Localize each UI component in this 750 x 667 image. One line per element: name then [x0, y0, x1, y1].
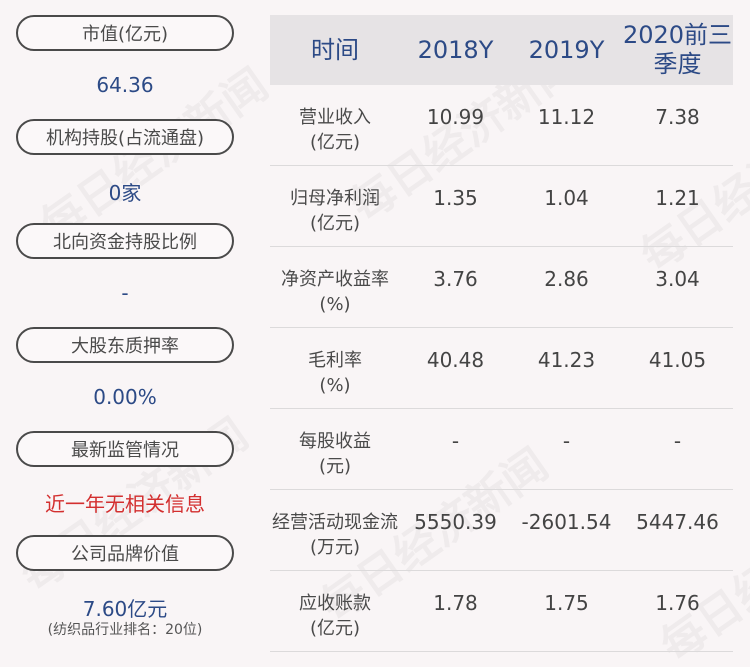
table-cell: 1.35	[433, 186, 478, 210]
table-cell: 3.04	[655, 267, 700, 291]
row-label: 应收账款 (亿元)	[299, 593, 371, 639]
institution-holding-label: 机构持股(占流通盘)	[16, 119, 234, 155]
table-header: 时间 2018Y 2019Y 2020前三季度	[270, 15, 733, 85]
table-cell: 7.38	[655, 105, 700, 129]
market-cap-label: 市值(亿元)	[16, 15, 234, 51]
header-time: 时间	[311, 35, 359, 64]
table-cell: 3.76	[433, 267, 478, 291]
table-row: 归母净利润 (亿元) 1.35 1.04 1.21	[270, 166, 733, 247]
table-cell: -	[673, 429, 682, 453]
financial-table: 时间 2018Y 2019Y 2020前三季度 营业收入 (亿元) 10.99 1…	[270, 15, 733, 652]
brand-value-value: 7.60亿元	[82, 597, 168, 621]
market-cap-value: 64.36	[96, 73, 154, 97]
northbound-ratio-label: 北向资金持股比例	[16, 223, 234, 259]
brand-rank-note: (纺织品行业排名：20位)	[47, 622, 203, 638]
institution-holding-value: 0家	[108, 181, 142, 205]
regulation-label: 最新监管情况	[16, 431, 234, 467]
table-cell: 41.05	[648, 348, 707, 372]
row-label: 毛利率 (%)	[308, 350, 362, 396]
table-cell: 1.76	[655, 591, 700, 615]
table-cell: 10.99	[426, 105, 485, 129]
stock-summary-panel: 市值(亿元) 64.36 机构持股(占流通盘) 0家 北向资金持股比例 - 大股…	[0, 0, 250, 667]
table-cell: -2601.54	[521, 510, 612, 534]
row-label: 经营活动现金流 (万元)	[272, 512, 398, 558]
table-cell: 1.75	[544, 591, 589, 615]
table-cell: 40.48	[426, 348, 485, 372]
table-cell: 11.12	[537, 105, 596, 129]
table-row: 经营活动现金流 (万元) 5550.39 -2601.54 5447.46	[270, 490, 733, 571]
table-cell: 5447.46	[636, 510, 719, 534]
table-row: 净资产收益率 (%) 3.76 2.86 3.04	[270, 247, 733, 328]
header-2018: 2018Y	[417, 35, 494, 64]
header-2019: 2019Y	[528, 35, 605, 64]
table-cell: -	[451, 429, 460, 453]
table-cell: 41.23	[537, 348, 596, 372]
table-cell: 1.04	[544, 186, 589, 210]
table-row: 毛利率 (%) 40.48 41.23 41.05	[270, 328, 733, 409]
table-row: 应收账款 (亿元) 1.78 1.75 1.76	[270, 571, 733, 652]
row-label: 每股收益 (元)	[299, 431, 371, 477]
row-label: 归母净利润 (亿元)	[290, 188, 380, 234]
table-row: 每股收益 (元) - - -	[270, 409, 733, 490]
table-cell: 1.78	[433, 591, 478, 615]
table-row: 营业收入 (亿元) 10.99 11.12 7.38	[270, 85, 733, 166]
row-label: 净资产收益率 (%)	[281, 269, 389, 315]
table-cell: -	[562, 429, 571, 453]
northbound-ratio-value: -	[121, 281, 129, 305]
brand-value-label: 公司品牌价值	[16, 535, 234, 571]
pledge-rate-value: 0.00%	[93, 385, 157, 409]
row-label: 营业收入 (亿元)	[299, 107, 371, 153]
regulation-value: 近一年无相关信息	[45, 492, 205, 516]
table-cell: 5550.39	[414, 510, 497, 534]
header-2020q3: 2020前三季度	[622, 21, 733, 78]
pledge-rate-label: 大股东质押率	[16, 327, 234, 363]
table-cell: 2.86	[544, 267, 589, 291]
table-cell: 1.21	[655, 186, 700, 210]
